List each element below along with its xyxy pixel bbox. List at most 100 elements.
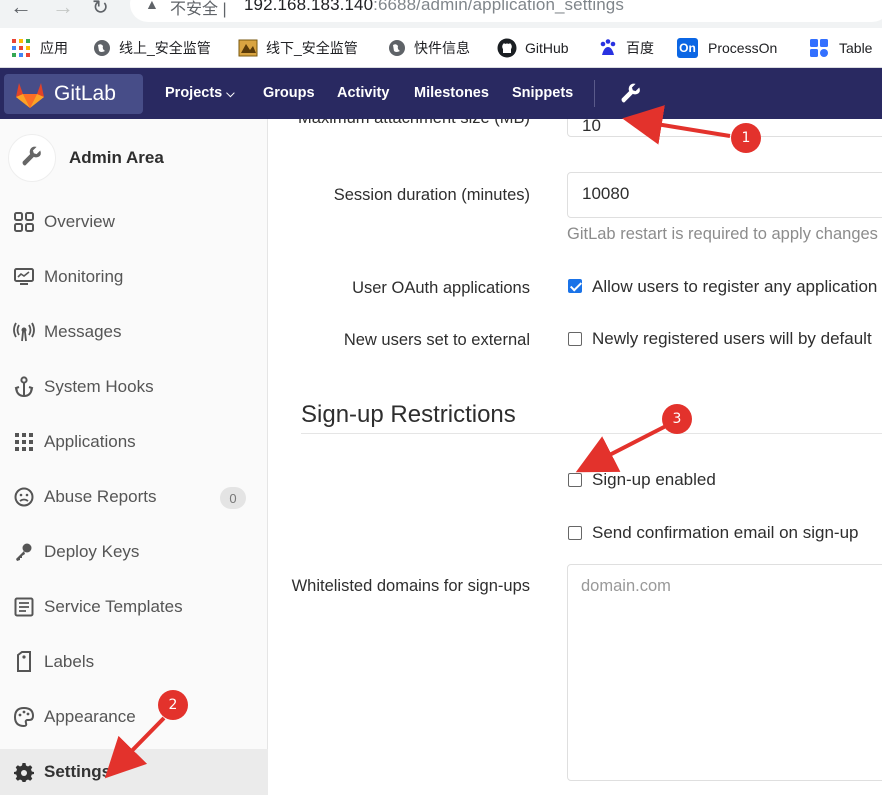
admin-area-header[interactable]: Admin Area xyxy=(8,134,164,182)
processon-icon: On xyxy=(677,38,698,58)
baidu-icon xyxy=(598,38,618,58)
nav-divider xyxy=(594,80,595,107)
sidebar-item-monitoring[interactable]: Monitoring xyxy=(0,254,268,300)
label-icon xyxy=(13,651,35,673)
sidebar-item-overview[interactable]: Overview xyxy=(0,199,268,245)
chevron-down-icon: ⌵ xyxy=(226,88,235,100)
gitlab-brand-text: GitLab xyxy=(54,82,116,105)
insecure-label[interactable]: 不安全 | xyxy=(170,0,227,19)
annotation-marker-3: 3 xyxy=(662,404,692,434)
gitlab-header: GitLab Projects ⌵ Groups Activity Milest… xyxy=(0,68,882,119)
template-icon xyxy=(13,596,35,618)
nav-groups[interactable]: Groups xyxy=(263,85,315,101)
palette-icon xyxy=(13,706,35,728)
sidebar-item-abuse-reports[interactable]: Abuse Reports 0 xyxy=(0,474,268,520)
session-help-text: GitLab restart is required to apply chan… xyxy=(567,225,878,243)
session-duration-label: Session duration (minutes) xyxy=(333,186,530,204)
bookmark-label: 百度 xyxy=(626,40,654,56)
table-icon xyxy=(809,38,829,58)
bookmark-table[interactable]: Table xyxy=(809,38,872,58)
session-duration-input[interactable]: 10080 xyxy=(567,172,882,218)
annotation-marker-2: 2 xyxy=(158,690,188,720)
signup-restrictions-heading: Sign-up Restrictions xyxy=(301,401,516,428)
section-divider xyxy=(301,433,882,434)
bookmark-label: 应用 xyxy=(40,40,68,56)
reload-icon[interactable]: ↻ xyxy=(92,0,109,20)
gear-icon xyxy=(13,761,35,783)
sidebar-item-label: Messages xyxy=(44,322,122,341)
apps-grid-icon xyxy=(12,39,30,57)
bookmark-label: 线下_安全监管 xyxy=(266,40,358,56)
bookmark-label: ProcessOn xyxy=(708,40,778,56)
admin-avatar xyxy=(8,134,56,182)
signup-enabled-label[interactable]: Sign-up enabled xyxy=(592,470,716,490)
confirm-email-label[interactable]: Send confirmation email on sign-up xyxy=(592,523,858,543)
sidebar-item-label: Overview xyxy=(44,212,115,231)
wrench-icon[interactable] xyxy=(620,81,642,110)
bookmark-baidu[interactable]: 百度 xyxy=(598,38,654,58)
external-users-checkbox-label[interactable]: Newly registered users will by default xyxy=(592,329,872,349)
oauth-checkbox-label[interactable]: Allow users to register any application xyxy=(592,277,877,297)
admin-sidebar: Admin Area Overview Monitoring Messages … xyxy=(0,119,268,795)
sidebar-item-applications[interactable]: Applications xyxy=(0,419,268,465)
bookmark-online-safety[interactable]: 线上_安全监管 xyxy=(93,38,211,58)
whitelist-textarea[interactable]: domain.com xyxy=(567,564,882,781)
oauth-label: User OAuth applications xyxy=(352,279,530,297)
bookmark-express[interactable]: 快件信息 xyxy=(388,38,470,58)
globe-icon xyxy=(93,39,111,57)
frown-icon xyxy=(13,486,35,508)
bookmark-label: GitHub xyxy=(525,40,569,56)
sidebar-item-label: Settings xyxy=(44,762,112,781)
bookmark-github[interactable]: GitHub xyxy=(497,38,569,58)
max-attachment-input[interactable]: 10 xyxy=(567,119,882,137)
max-attachment-value: 10 xyxy=(582,119,601,135)
monitor-icon xyxy=(13,266,35,288)
sidebar-item-label: Labels xyxy=(44,652,95,671)
sidebar-item-messages[interactable]: Messages xyxy=(0,309,268,355)
browser-toolbar: ← → ↻ ▲ 不安全 | 192.168.183.140:6688/admin… xyxy=(0,0,882,28)
bookmark-apps[interactable]: 应用 xyxy=(12,38,68,58)
broadcast-icon xyxy=(13,321,35,343)
globe-icon xyxy=(388,39,406,57)
sidebar-item-labels[interactable]: Labels xyxy=(0,639,268,685)
sidebar-item-label: Service Templates xyxy=(44,597,183,616)
external-users-label: New users set to external xyxy=(343,331,530,349)
nav-projects[interactable]: Projects ⌵ xyxy=(165,85,235,101)
bookmark-processon[interactable]: On ProcessOn xyxy=(677,38,777,58)
annotation-marker-1: 1 xyxy=(731,123,761,153)
wrench-icon xyxy=(21,145,43,172)
nav-milestones[interactable]: Milestones xyxy=(414,85,489,101)
abuse-count-badge: 0 xyxy=(220,487,246,509)
signup-enabled-checkbox[interactable] xyxy=(568,473,582,487)
warning-icon[interactable]: ▲ xyxy=(145,0,159,12)
url-text[interactable]: 192.168.183.140:6688/admin/application_s… xyxy=(244,0,624,15)
github-icon xyxy=(497,38,517,58)
sidebar-item-settings[interactable]: Settings xyxy=(0,749,268,795)
sidebar-item-system-hooks[interactable]: System Hooks xyxy=(0,364,268,410)
max-attachment-label: Maximum attachment size (MB) xyxy=(290,119,530,131)
whitelist-label: Whitelisted domains for sign-ups xyxy=(291,577,530,595)
back-arrow-icon[interactable]: ← xyxy=(10,0,32,20)
sidebar-item-label: Deploy Keys xyxy=(44,542,140,561)
nav-activity[interactable]: Activity xyxy=(337,85,389,101)
forward-arrow-icon[interactable]: → xyxy=(52,0,74,20)
gitlab-brand[interactable]: GitLab xyxy=(4,74,143,114)
bookmark-label: Table xyxy=(839,40,873,56)
sidebar-item-label: Appearance xyxy=(44,707,136,726)
sidebar-item-appearance[interactable]: Appearance xyxy=(0,694,268,740)
anchor-icon xyxy=(13,376,35,398)
nav-snippets[interactable]: Snippets xyxy=(512,85,573,101)
settings-panel: Maximum attachment size (MB) 10 Session … xyxy=(269,119,882,791)
external-users-checkbox[interactable] xyxy=(568,332,582,346)
gitlab-logo-icon xyxy=(14,79,46,109)
confirm-email-checkbox[interactable] xyxy=(568,526,582,540)
sidebar-item-service-templates[interactable]: Service Templates xyxy=(0,584,268,630)
bookmarks-bar: 应用 线上_安全监管 线下_安全监管 快件信息 GitHub 百度 On Pro… xyxy=(0,28,882,68)
sidebar-item-label: System Hooks xyxy=(44,377,154,396)
sidebar-item-label: Applications xyxy=(44,432,136,451)
bookmark-label: 快件信息 xyxy=(414,40,470,56)
overview-icon xyxy=(13,211,35,233)
oauth-checkbox[interactable] xyxy=(568,279,582,293)
sidebar-item-deploy-keys[interactable]: Deploy Keys xyxy=(0,529,268,575)
bookmark-offline-safety[interactable]: 线下_安全监管 xyxy=(238,38,358,58)
